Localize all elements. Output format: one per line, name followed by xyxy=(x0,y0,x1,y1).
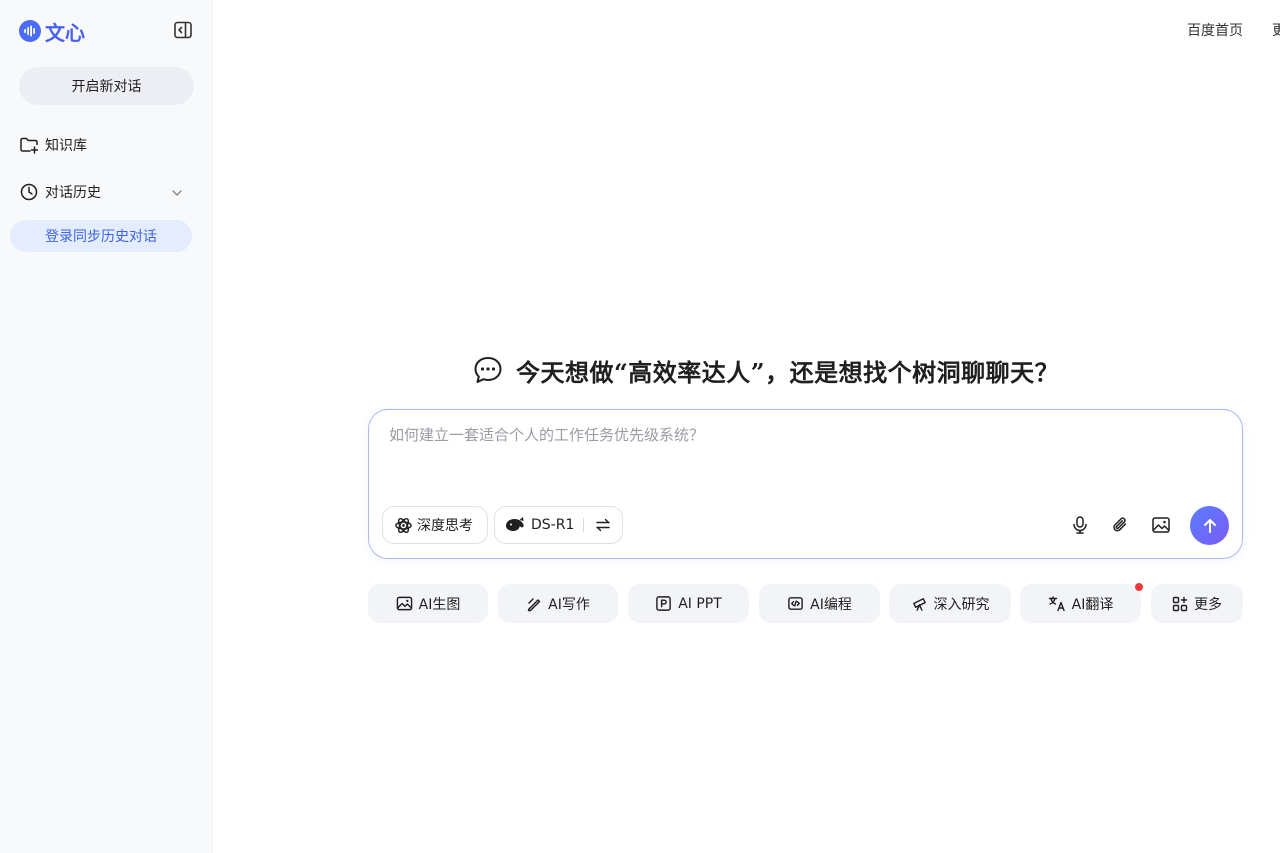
folder-icon xyxy=(20,137,39,154)
baidu-home-link[interactable]: 百度首页 xyxy=(1187,20,1243,40)
apps-grid-icon xyxy=(1172,596,1188,611)
new-chat-button[interactable]: 开启新对话 xyxy=(19,67,194,105)
quick-action-more[interactable]: 更多 xyxy=(1151,584,1243,623)
upload-image-button[interactable] xyxy=(1150,514,1172,536)
logo[interactable]: 文心 xyxy=(18,18,85,45)
login-sync-history-button[interactable]: 登录同步历史对话 xyxy=(10,220,192,252)
chevron-down-icon[interactable] xyxy=(170,186,184,200)
quick-action-label: AI PPT xyxy=(678,595,722,612)
sidebar-item-history[interactable]: 对话历史 xyxy=(19,180,101,204)
model-selector[interactable]: DS-R1 xyxy=(494,506,623,544)
whale-icon xyxy=(506,517,524,531)
slides-icon xyxy=(656,596,672,611)
sidebar-collapse-icon xyxy=(174,21,192,39)
image-generate-icon xyxy=(396,596,412,611)
microphone-button[interactable] xyxy=(1069,514,1091,536)
quick-action-ai-coding[interactable]: AI编程 xyxy=(759,584,880,623)
send-button[interactable] xyxy=(1190,506,1229,545)
clock-icon xyxy=(20,183,38,201)
deep-think-label: 深度思考 xyxy=(417,518,473,534)
sidebar-item-label: 对话历史 xyxy=(45,185,101,201)
deep-think-icon xyxy=(395,517,412,533)
quick-action-deep-research[interactable]: 深入研究 xyxy=(889,584,1011,623)
translate-icon xyxy=(1048,596,1065,612)
new-badge-dot xyxy=(1135,583,1143,591)
logo-text: 文心 xyxy=(45,20,85,45)
quick-action-label: 深入研究 xyxy=(933,596,990,613)
sidebar: 文心 开启新对话 知识库 对话历史 登录同步历史对话 xyxy=(0,0,213,853)
quick-action-label: AI生图 xyxy=(418,596,461,613)
quick-action-label: AI写作 xyxy=(548,596,590,613)
composer: 深度思考 DS-R1 xyxy=(368,409,1243,559)
image-icon xyxy=(1152,517,1170,533)
paperclip-icon xyxy=(1113,517,1127,532)
sidebar-item-label: 知识库 xyxy=(45,138,87,154)
more-link[interactable]: 更 xyxy=(1272,20,1280,40)
quick-action-label: 更多 xyxy=(1194,596,1222,613)
swap-icon[interactable] xyxy=(595,517,611,533)
divider xyxy=(583,518,585,532)
attach-file-button[interactable] xyxy=(1109,514,1131,536)
telescope-icon xyxy=(912,598,926,611)
quick-action-ai-translate[interactable]: AI翻译 xyxy=(1020,584,1141,623)
model-name: DS-R1 xyxy=(531,517,575,533)
quick-action-label: AI编程 xyxy=(810,596,852,613)
sidebar-item-knowledge-base[interactable]: 知识库 xyxy=(19,133,87,157)
greeting: 今天想做“高效率达人”，还是想找个树洞聊聊天？ xyxy=(472,352,1059,388)
quick-action-ai-writing[interactable]: AI写作 xyxy=(498,584,618,623)
greeting-text: 今天想做“高效率达人”，还是想找个树洞聊聊天？ xyxy=(516,357,1060,387)
logo-mark-icon xyxy=(19,20,41,42)
quick-action-label: AI翻译 xyxy=(1071,596,1114,613)
microphone-icon xyxy=(1073,516,1087,534)
pen-icon xyxy=(527,597,541,611)
prompt-input[interactable] xyxy=(387,422,1217,482)
quick-action-ai-image[interactable]: AI生图 xyxy=(368,584,488,623)
code-icon xyxy=(788,597,803,610)
arrow-up-icon xyxy=(1203,518,1216,533)
collapse-sidebar-button[interactable] xyxy=(172,19,194,41)
deep-think-toggle[interactable]: 深度思考 xyxy=(382,506,488,544)
quick-action-ai-ppt[interactable]: AI PPT xyxy=(628,584,749,623)
speech-bubble-icon xyxy=(474,357,502,383)
